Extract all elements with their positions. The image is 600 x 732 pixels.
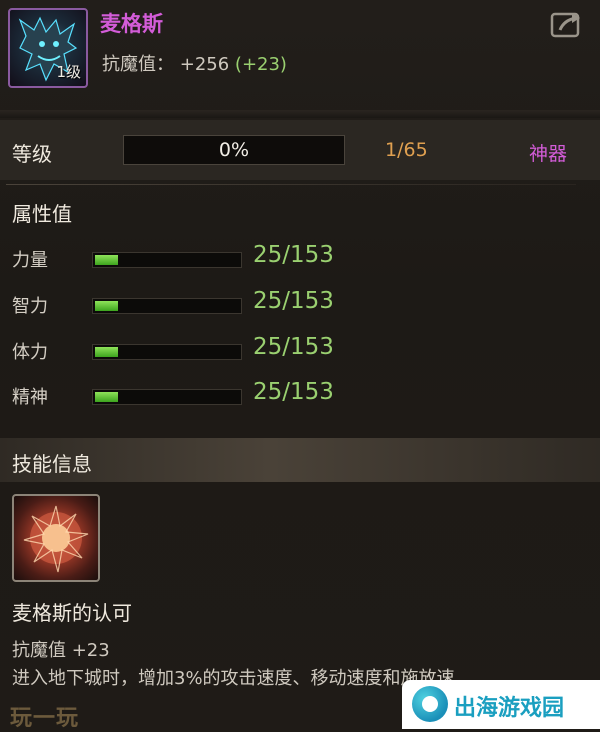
attribute-value: 25/153 (253, 379, 334, 405)
level-label: 等级 (12, 142, 52, 166)
attribute-row-vitality: 体力 25/153 (0, 332, 600, 372)
attribute-label: 智力 (12, 296, 48, 317)
watermark-right: 出海游戏园 (402, 680, 600, 729)
level-progress-bar: 0% (123, 135, 345, 165)
item-stat-label: 抗魔值： (102, 54, 174, 75)
burst-orb-icon[interactable] (12, 494, 100, 582)
skill-name: 麦格斯的认可 (12, 601, 132, 625)
attribute-label: 力量 (12, 250, 48, 271)
attribute-value: 25/153 (253, 334, 334, 360)
attribute-value: 25/153 (253, 242, 334, 268)
attribute-bar (92, 389, 242, 405)
share-icon[interactable] (550, 10, 584, 40)
attribute-bar-fill (95, 301, 118, 311)
skill-section-header: 技能信息 (0, 438, 600, 482)
item-stat-bonus: (+23) (234, 54, 287, 75)
item-stat: 抗魔值： +256 (+23) (102, 50, 287, 76)
item-grade: 神器 (529, 143, 568, 165)
attribute-label: 体力 (12, 342, 48, 363)
attributes-title: 属性值 (12, 202, 72, 226)
watermark-logo-icon (412, 686, 448, 722)
header-separator (0, 110, 600, 118)
skill-section-title: 技能信息 (12, 452, 92, 476)
attribute-label: 精神 (12, 387, 48, 408)
item-name: 麦格斯 (100, 12, 163, 36)
attribute-bar (92, 344, 242, 360)
attribute-value: 25/153 (253, 288, 334, 314)
attribute-row-strength: 力量 25/153 (0, 240, 600, 280)
item-stat-value: +256 (179, 54, 230, 75)
attribute-bar-fill (95, 347, 118, 357)
item-icon[interactable]: 1级 (8, 8, 88, 88)
attribute-bar (92, 252, 242, 268)
item-level-badge: 1级 (56, 63, 81, 81)
section-divider (6, 184, 576, 185)
watermark-left: 玩一玩 (10, 706, 80, 731)
attribute-row-spirit: 精神 25/153 (0, 377, 600, 417)
level-row: 等级 0% 1/65 神器 (0, 120, 600, 180)
level-progress-text: 0% (218, 139, 250, 161)
attribute-bar-fill (95, 255, 118, 265)
skill-stat: 抗魔值 +23 (12, 640, 110, 661)
attribute-bar-fill (95, 392, 118, 402)
attribute-bar (92, 298, 242, 314)
attribute-row-intelligence: 智力 25/153 (0, 286, 600, 326)
watermark-right-text: 出海游戏园 (454, 696, 565, 721)
level-count: 1/65 (385, 139, 428, 161)
item-tooltip-panel: 1级 麦格斯 抗魔值： +256 (+23) 等级 0% 1/65 神器 属性值… (0, 0, 600, 731)
